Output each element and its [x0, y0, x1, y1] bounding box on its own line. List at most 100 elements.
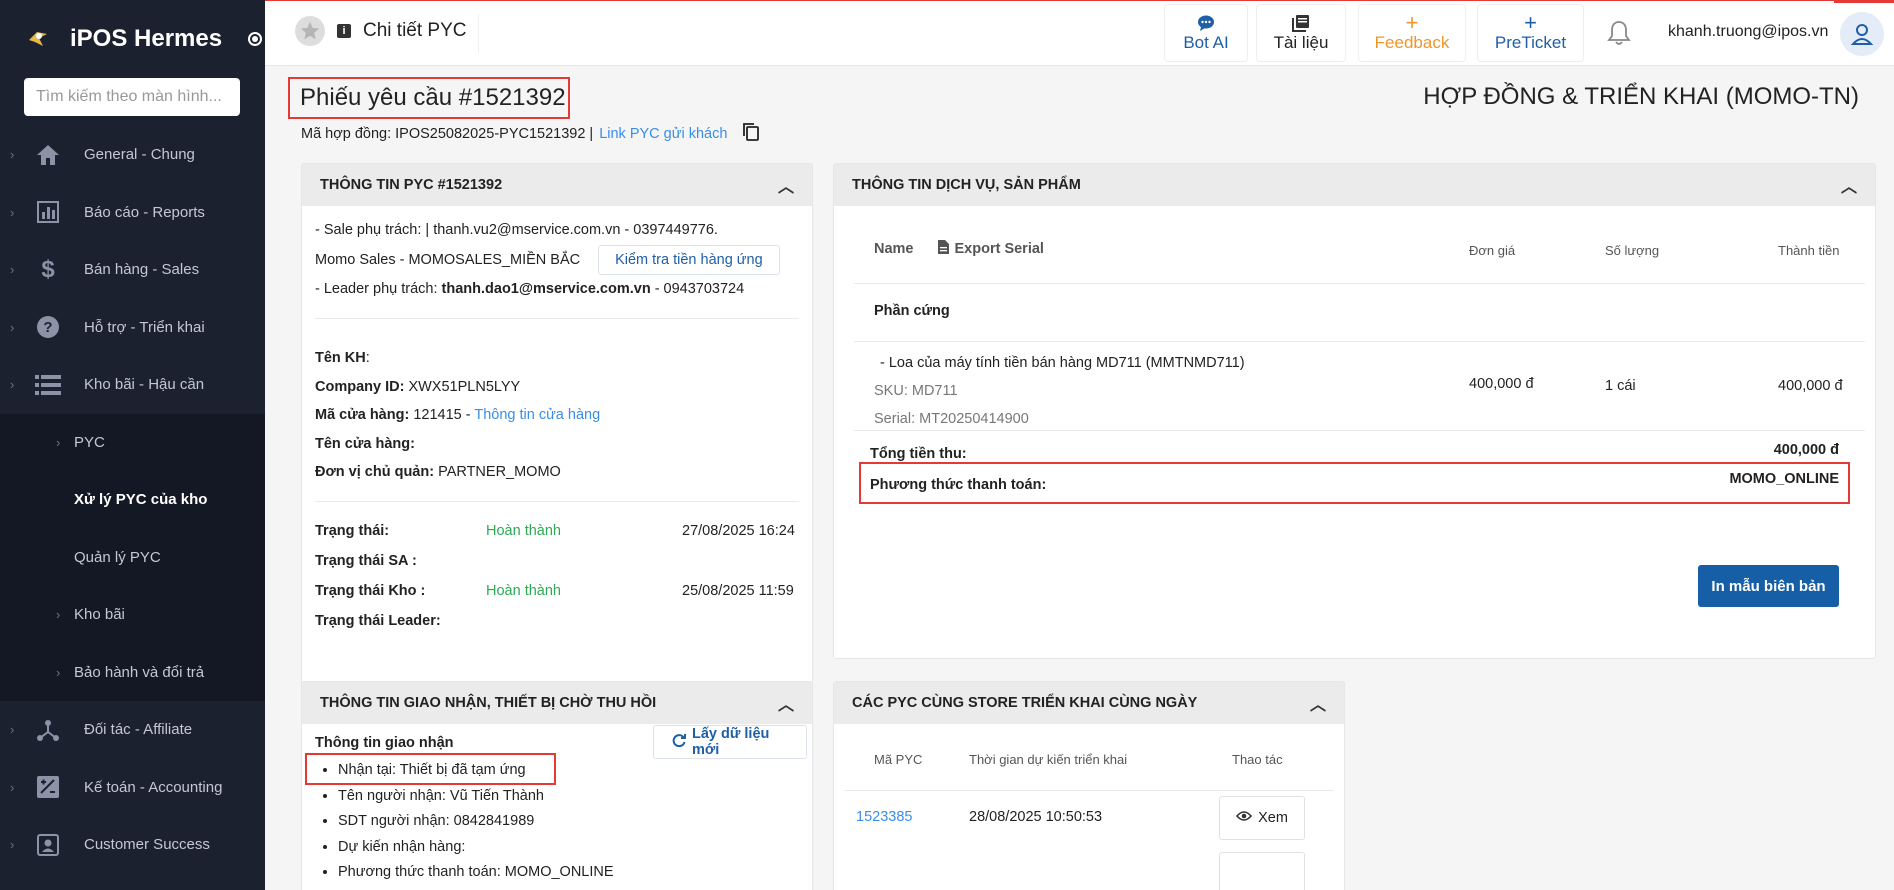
- sidebar-subitem-warehouse[interactable]: › Kho bãi: [0, 586, 265, 644]
- refresh-data-button[interactable]: Lấy dữ liệu mới: [653, 725, 807, 759]
- user-avatar-icon[interactable]: [1840, 12, 1884, 56]
- sidebar-item-reports[interactable]: › Báo cáo - Reports: [0, 184, 265, 242]
- product-serial: Serial: MT20250414900: [874, 411, 1029, 427]
- user-email[interactable]: khanh.truong@ipos.vn: [1668, 23, 1828, 41]
- sidebar-item-customer-success[interactable]: › Customer Success: [0, 816, 265, 874]
- chevron-right-icon: ›: [56, 434, 61, 450]
- sidebar-item-label: Bảo hành và đổi trả: [74, 663, 205, 681]
- service-info-header[interactable]: THÔNG TIN DỊCH VỤ, SẢN PHẨM ︿: [834, 164, 1875, 206]
- svg-text:?: ?: [43, 319, 52, 336]
- export-serial-button[interactable]: Export Serial: [937, 240, 1044, 258]
- plus-icon: +: [1405, 10, 1419, 35]
- sidebar-subitem-warranty[interactable]: › Bảo hành và đổi trả: [0, 644, 265, 702]
- product-price: 400,000 đ: [1469, 376, 1534, 392]
- bell-icon[interactable]: [1607, 20, 1631, 49]
- check-advance-button[interactable]: Kiểm tra tiền hàng ứng: [598, 245, 780, 275]
- sidebar: iPOS Hermes Tìm kiếm theo màn hình... › …: [0, 0, 265, 890]
- sidebar-item-label: Báo cáo - Reports: [84, 203, 205, 221]
- chevron-right-icon: ›: [10, 147, 15, 163]
- page-title: Chi tiết PYC: [363, 20, 467, 41]
- sales-team: Momo Sales - MOMOSALES_MIỀN BẮC: [315, 252, 581, 268]
- delivery-subheader: Thông tin giao nhận: [315, 735, 454, 751]
- pyc-info-card: THÔNG TIN PYC #1521392 ︿ - Sale phụ trác…: [301, 163, 813, 733]
- store-info-link[interactable]: Thông tin cửa hàng: [474, 407, 600, 423]
- print-template-button[interactable]: In mẫu biên bản: [1698, 565, 1839, 607]
- sidebar-item-label: Kho bãi: [74, 606, 125, 624]
- sidebar-item-label: Kế toán - Accounting: [84, 778, 223, 796]
- pyc-info-header[interactable]: THÔNG TIN PYC #1521392 ︿: [302, 164, 812, 206]
- store-name-row: Tên cửa hàng:: [315, 435, 415, 452]
- star-icon[interactable]: [295, 16, 325, 46]
- feedback-label: Feedback: [1374, 33, 1450, 52]
- feedback-button[interactable]: + Feedback: [1358, 4, 1466, 62]
- chevron-up-icon[interactable]: ︿: [1310, 691, 1326, 715]
- chevron-right-icon: ›: [10, 262, 15, 278]
- docs-button[interactable]: Tài liệu: [1256, 4, 1346, 62]
- preticket-button[interactable]: + PreTicket: [1477, 4, 1584, 62]
- payment-value: MOMO_ONLINE: [1729, 471, 1839, 487]
- list-item: Phương thức thanh toán: MOMO_ONLINE: [338, 860, 614, 886]
- chevron-right-icon: ›: [10, 204, 15, 220]
- status-row: Trạng thái Leader:: [315, 612, 441, 629]
- sidebar-item-sales[interactable]: › $ Bán hàng - Sales: [0, 241, 265, 299]
- col-code: Mã PYC: [874, 752, 923, 767]
- chevron-up-icon[interactable]: ︿: [778, 173, 794, 197]
- sidebar-item-label: Kho bãi - Hậu cần: [84, 376, 205, 394]
- chevron-right-icon: ›: [56, 664, 61, 680]
- sidebar-item-general[interactable]: › General - Chung: [0, 126, 265, 184]
- product-table-header: Name Export Serial: [874, 240, 1044, 258]
- divider: [854, 283, 1865, 284]
- chevron-up-icon[interactable]: ︿: [1841, 173, 1857, 197]
- chevron-up-icon[interactable]: ︿: [778, 691, 794, 715]
- sidebar-item-accounting[interactable]: › Kế toán - Accounting: [0, 759, 265, 817]
- bot-ai-label: Bot AI: [1183, 33, 1229, 52]
- radio-icon[interactable]: [248, 32, 263, 46]
- sidebar-search-input[interactable]: Tìm kiếm theo màn hình...: [24, 78, 240, 116]
- card-title: THÔNG TIN DỊCH VỤ, SẢN PHẨM: [852, 177, 1081, 193]
- sidebar-subitem-manage-pyc[interactable]: Quản lý PYC: [0, 529, 265, 587]
- col-time: Thời gian dự kiến triển khai: [969, 752, 1128, 767]
- top-accent-corner: [1834, 0, 1894, 3]
- home-icon: [28, 144, 68, 166]
- unit-row: Đơn vị chủ quản: PARTNER_MOMO: [315, 464, 561, 480]
- sidebar-item-warehouse[interactable]: › Kho bãi - Hậu cần: [0, 356, 265, 414]
- chevron-right-icon: ›: [10, 377, 15, 393]
- sidebar-item-support[interactable]: › ? Hỗ trợ - Triển khai: [0, 299, 265, 357]
- dollar-icon: $: [41, 255, 55, 283]
- list-item: Dự kiến nhận hàng:: [338, 835, 614, 861]
- view-button[interactable]: Xem: [1219, 796, 1305, 840]
- chevron-right-icon: ›: [10, 779, 15, 795]
- leader-email: thanh.dao1@mservice.com.vn: [441, 281, 651, 297]
- copy-icon[interactable]: [743, 123, 760, 145]
- divider: [844, 790, 1334, 791]
- col-qty: Số lượng: [1605, 243, 1660, 258]
- bot-ai-button[interactable]: Bot AI: [1164, 4, 1248, 62]
- payment-label: Phương thức thanh toán:: [870, 477, 1047, 493]
- divider: [854, 341, 1865, 342]
- customer-link[interactable]: Link PYC gửi khách: [599, 126, 727, 142]
- sidebar-item-label: Bán hàng - Sales: [84, 261, 200, 279]
- contract-code: Mã hợp đồng: IPOS25082025-PYC1521392 |: [301, 126, 594, 142]
- delivery-header[interactable]: THÔNG TIN GIAO NHẬN, THIẾT BỊ CHỜ THU HỒ…: [302, 682, 812, 724]
- list-item: Nhận tại: Thiết bị đã tạm ứng: [338, 758, 614, 784]
- book-icon: [1292, 13, 1310, 33]
- product-name: - Loa của máy tính tiền bán hàng MD711 (…: [880, 355, 1245, 371]
- delivery-list: Nhận tại: Thiết bị đã tạm ứng Tên người …: [338, 758, 614, 886]
- view-button[interactable]: [1219, 852, 1305, 890]
- refresh-icon: [672, 733, 686, 751]
- status-row: Trạng thái Kho : Hoàn thành 25/08/2025 1…: [315, 576, 799, 606]
- sidebar-item-affiliate[interactable]: › Đối tác - Affiliate: [0, 701, 265, 759]
- chart-icon: [28, 201, 68, 224]
- same-store-card: CÁC PYC CÙNG STORE TRIỂN KHAI CÙNG NGÀY …: [833, 681, 1345, 890]
- chevron-right-icon: ›: [10, 837, 15, 853]
- sidebar-subitem-process-pyc[interactable]: Xử lý PYC của kho: [0, 471, 265, 529]
- info-icon: i: [337, 24, 351, 38]
- sidebar-subitem-pyc[interactable]: › PYC: [0, 414, 265, 472]
- pyc-time: 28/08/2025 10:50:53: [969, 809, 1103, 825]
- same-store-header[interactable]: CÁC PYC CÙNG STORE TRIỂN KHAI CÙNG NGÀY …: [834, 682, 1344, 724]
- status-row: Trạng thái SA :: [315, 552, 417, 569]
- pyc-code-link[interactable]: 1523385: [856, 809, 912, 825]
- product-row: - Loa của máy tính tiền bán hàng MD711 (…: [874, 349, 1245, 433]
- col-price: Đơn giá: [1469, 243, 1516, 258]
- sidebar-submenu: › PYC Xử lý PYC của kho Quản lý PYC › Kh…: [0, 413, 265, 702]
